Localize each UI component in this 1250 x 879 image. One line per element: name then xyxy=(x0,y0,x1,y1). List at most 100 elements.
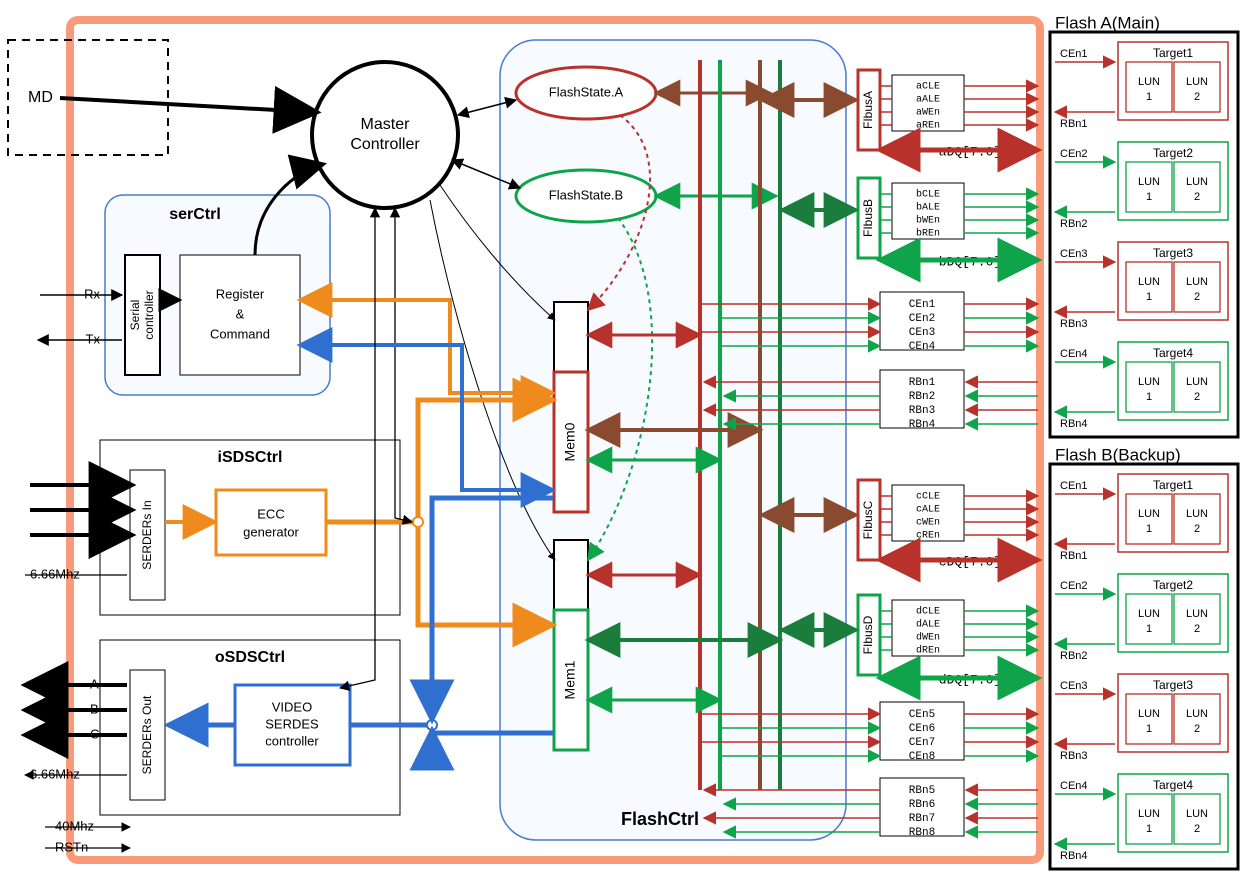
cenb-out xyxy=(964,714,1038,756)
svg-text:LUN: LUN xyxy=(1186,276,1208,288)
svg-text:dCLE: dCLE xyxy=(916,606,940,618)
svg-text:aALE: aALE xyxy=(916,95,940,106)
svg-text:2: 2 xyxy=(1194,523,1200,535)
regcmd-l1: Register xyxy=(216,286,265,301)
svg-text:LUN: LUN xyxy=(1138,176,1160,188)
svg-text:CEn8: CEn8 xyxy=(909,751,935,763)
serders-out-label: SERDERs Out xyxy=(140,695,154,774)
target-label: Target4 xyxy=(1153,346,1193,360)
cen-label: CEn4 xyxy=(1060,348,1088,360)
svg-text:2: 2 xyxy=(1194,391,1200,403)
svg-text:1: 1 xyxy=(1146,723,1152,735)
svg-text:CEn7: CEn7 xyxy=(909,737,935,749)
cenb-box: CEn5 CEn6 CEn7 CEn8 xyxy=(880,702,964,763)
svg-text:LUN: LUN xyxy=(1186,76,1208,88)
svg-text:1: 1 xyxy=(1146,191,1152,203)
flashA-title: Flash A(Main) xyxy=(1055,13,1160,32)
svg-text:RBn7: RBn7 xyxy=(909,813,935,825)
svg-text:LUN: LUN xyxy=(1186,508,1208,520)
svg-text:CEn4: CEn4 xyxy=(909,341,936,353)
rx-label: Rx xyxy=(84,286,100,301)
svg-text:CEn3: CEn3 xyxy=(909,327,935,339)
svg-text:LUN: LUN xyxy=(1186,608,1208,620)
rbnb-box: RBn5 RBn6 RBn7 RBn8 xyxy=(880,778,964,839)
svg-text:cCLE: cCLE xyxy=(916,492,940,503)
svg-text:CEn2: CEn2 xyxy=(909,313,935,325)
svg-text:aREn: aREn xyxy=(916,121,940,132)
video-node xyxy=(427,720,437,730)
rbn-label: RBn2 xyxy=(1060,218,1088,230)
target-label: Target3 xyxy=(1153,246,1193,260)
serders-in-label: SERDERs In xyxy=(140,500,154,569)
cen-label: CEn3 xyxy=(1060,248,1088,260)
conn-md-master xyxy=(60,98,312,112)
target-label: Target1 xyxy=(1153,46,1193,60)
osdsctrl-title: oSDSCtrl xyxy=(215,649,285,666)
mem0-label: Mem0 xyxy=(562,422,578,461)
svg-text:CEn5: CEn5 xyxy=(909,709,935,721)
svg-text:bWEn: bWEn xyxy=(916,215,940,227)
ecc-l1: ECC xyxy=(257,506,284,521)
svg-text:RBn3: RBn3 xyxy=(909,405,935,417)
mem1-group: MEM0 CMD Mem1 xyxy=(554,540,588,750)
svg-text:2: 2 xyxy=(1194,823,1200,835)
mem1-cmd-label-2: CMD xyxy=(573,561,587,589)
svg-text:dREn: dREn xyxy=(916,645,940,657)
serctrl-title: serCtrl xyxy=(169,206,221,223)
target-label: Target2 xyxy=(1153,146,1193,160)
svg-text:FIbusD: FIbusD xyxy=(861,615,875,654)
master-controller xyxy=(312,62,458,208)
svg-text:2: 2 xyxy=(1194,291,1200,303)
rbn-label: RBn3 xyxy=(1060,318,1088,330)
svg-text:RBn8: RBn8 xyxy=(909,827,935,839)
svg-text:RBn4: RBn4 xyxy=(909,419,936,431)
tx-label: Tx xyxy=(86,331,101,346)
fibusC: FIbusC xyxy=(858,480,880,560)
cena-out xyxy=(964,304,1038,346)
flashstate-a-label: FlashState.A xyxy=(549,84,624,99)
svg-text:2: 2 xyxy=(1194,191,1200,203)
cen-label: CEn2 xyxy=(1060,148,1088,160)
target-label: Target1 xyxy=(1153,478,1193,492)
serial-controller-label-2: controller xyxy=(142,290,156,339)
svg-text:1: 1 xyxy=(1146,291,1152,303)
svg-text:6.66Mhz: 6.66Mhz xyxy=(30,766,80,781)
mem1-label: Mem1 xyxy=(562,660,578,699)
svg-text:RBn2: RBn2 xyxy=(909,391,935,403)
svg-text:FIbusA: FIbusA xyxy=(861,91,875,129)
svg-text:1: 1 xyxy=(1146,91,1152,103)
rbn-label: RBn3 xyxy=(1060,750,1088,762)
video-l2: SERDES xyxy=(265,716,319,731)
fibusA: FIbusA xyxy=(858,70,880,150)
svg-text:LUN: LUN xyxy=(1186,176,1208,188)
sigB-box: bCLE bALE bWEn bREn xyxy=(892,183,964,240)
svg-text:LUN: LUN xyxy=(1138,76,1160,88)
svg-text:dWEn: dWEn xyxy=(916,632,940,644)
sigD-box: dCLE dALE dWEn dREn xyxy=(892,600,964,657)
cen-label: CEn4 xyxy=(1060,780,1088,792)
rbn-label: RBn2 xyxy=(1060,650,1088,662)
cena-box: CEn1 CEn2 CEn3 CEn4 xyxy=(880,292,964,353)
svg-text:2: 2 xyxy=(1194,723,1200,735)
ecc-generator xyxy=(216,490,326,555)
flashctrl-container xyxy=(500,40,846,840)
svg-text:LUN: LUN xyxy=(1138,508,1160,520)
svg-text:1: 1 xyxy=(1146,391,1152,403)
svg-text:RBn5: RBn5 xyxy=(909,785,935,797)
svg-text:LUN: LUN xyxy=(1138,376,1160,388)
target-label: Target3 xyxy=(1153,678,1193,692)
mem0-group: MEM0 CMD Mem0 xyxy=(554,302,588,512)
ecc-node xyxy=(413,517,423,527)
svg-text:1: 1 xyxy=(1146,523,1152,535)
svg-text:LUN: LUN xyxy=(1138,608,1160,620)
svg-text:RBn1: RBn1 xyxy=(909,377,936,389)
svg-text:FIbusB: FIbusB xyxy=(861,199,875,237)
flashstate-b-label: FlashState.B xyxy=(549,187,623,202)
rbn-label: RBn1 xyxy=(1060,118,1088,130)
fibusB: FIbusB xyxy=(858,178,880,258)
svg-text:1: 1 xyxy=(1146,623,1152,635)
svg-text:CEn1: CEn1 xyxy=(909,299,936,311)
svg-text:dALE: dALE xyxy=(916,619,940,631)
regcmd-l2: & xyxy=(236,306,245,321)
rbn-label: RBn4 xyxy=(1060,418,1088,430)
